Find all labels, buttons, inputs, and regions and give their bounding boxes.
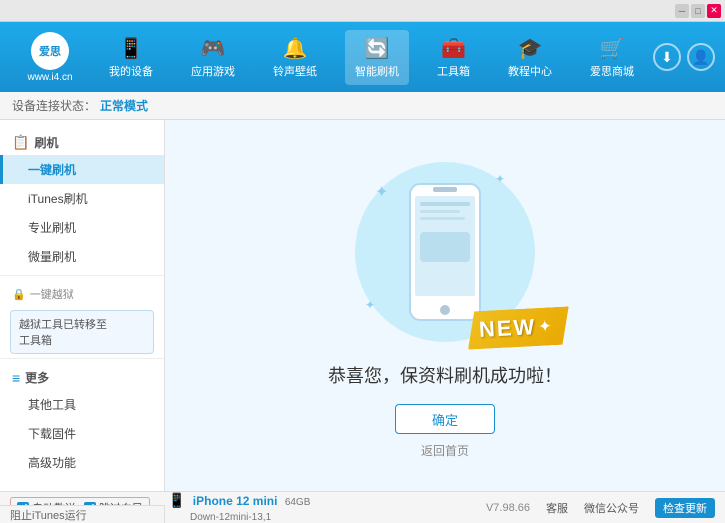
divider-1 <box>0 275 164 276</box>
sparkle-tr: ✦ <box>495 172 505 186</box>
itunes-flash-label: iTunes刷机 <box>28 192 88 206</box>
confirm-button[interactable]: 确定 <box>395 404 495 434</box>
sidebar-group-more: ≡ 更多 <box>0 363 164 390</box>
more-group-title: 更多 <box>25 369 49 386</box>
header: 爱思 www.i4.cn 📱 我的设备 🎮 应用游戏 🔔 铃声壁纸 🔄 智能刷机… <box>0 22 725 92</box>
customer-service-link[interactable]: 客服 <box>546 500 568 516</box>
bottom-right: V7.98.66 客服 微信公众号 检查更新 <box>486 498 715 518</box>
download-button[interactable]: ⬇ <box>653 43 681 71</box>
nav-store-label: 爱思商城 <box>590 63 634 79</box>
min-button[interactable]: ─ <box>675 4 689 18</box>
apps-games-icon: 🎮 <box>201 36 226 61</box>
nav-tutorial-label: 教程中心 <box>508 63 552 79</box>
sidebar-item-itunes-flash[interactable]: iTunes刷机 <box>0 184 164 213</box>
my-device-icon: 📱 <box>119 36 144 61</box>
other-tools-label: 其他工具 <box>28 398 76 412</box>
sparkle-bl: ✦ <box>365 298 375 312</box>
device-name: iPhone 12 mini <box>193 494 278 508</box>
version-label: V7.98.66 <box>486 502 530 514</box>
logo-area: 爱思 www.i4.cn <box>10 32 90 83</box>
smart-flash-icon: 🔄 <box>365 36 390 61</box>
store-icon: 🛒 <box>600 36 625 61</box>
return-home-link[interactable]: 返回首页 <box>421 442 469 459</box>
phone-svg <box>405 182 485 322</box>
wechat-link[interactable]: 微信公众号 <box>584 500 639 516</box>
ringtone-icon: 🔔 <box>283 36 308 61</box>
nav-toolbox-label: 工具箱 <box>437 63 470 79</box>
sidebar-jailbreak-title: 🔒 一键越狱 <box>0 280 164 306</box>
nav-bar: 📱 我的设备 🎮 应用游戏 🔔 铃声壁纸 🔄 智能刷机 🧰 工具箱 🎓 教程中心… <box>90 30 653 85</box>
sidebar-item-advanced[interactable]: 高级功能 <box>0 448 164 477</box>
device-storage: 64GB <box>285 497 311 508</box>
header-right: ⬇ 👤 <box>653 43 715 71</box>
user-button[interactable]: 👤 <box>687 43 715 71</box>
more-group-icon: ≡ <box>12 370 20 386</box>
sparkle-tl: ✦ <box>375 182 388 202</box>
logo-icon: 爱思 <box>31 32 69 70</box>
jailbreak-title: 一键越狱 <box>30 286 74 302</box>
status-value: 正常模式 <box>100 97 148 114</box>
nav-smart-flash-label: 智能刷机 <box>355 63 399 79</box>
tutorial-icon: 🎓 <box>518 36 543 61</box>
nav-store[interactable]: 🛒 爱思商城 <box>580 30 644 85</box>
status-bar: 设备连接状态： 正常模式 <box>0 92 725 120</box>
nav-my-device[interactable]: 📱 我的设备 <box>99 30 163 85</box>
pro-flash-label: 专业刷机 <box>28 221 76 235</box>
new-star-left: ✦ <box>538 316 552 337</box>
main-layout: 📋 刷机 一键刷机 iTunes刷机 专业刷机 微量刷机 🔒 一键越狱 越狱工具… <box>0 120 725 491</box>
new-badge-text: NEW <box>479 314 538 343</box>
sidebar-item-one-click-flash[interactable]: 一键刷机 <box>0 155 164 184</box>
sidebar-item-other-tools[interactable]: 其他工具 <box>0 390 164 419</box>
check-update-button[interactable]: 检查更新 <box>655 498 715 518</box>
sidebar-item-wipe-flash[interactable]: 微量刷机 <box>0 242 164 271</box>
nav-toolbox[interactable]: 🧰 工具箱 <box>427 30 480 85</box>
lock-icon: 🔒 <box>12 288 26 301</box>
logo-url: www.i4.cn <box>27 72 72 83</box>
content-area: ✦ ✦ ✦ NEW ✦ <box>165 120 725 491</box>
toolbox-icon: 🧰 <box>441 36 466 61</box>
success-message: 恭喜您，保资料刷机成功啦！ <box>328 362 562 388</box>
nav-ringtone-wallpaper[interactable]: 🔔 铃声壁纸 <box>263 30 327 85</box>
flash-group-title: 刷机 <box>34 134 58 151</box>
advanced-label: 高级功能 <box>28 456 76 470</box>
sidebar: 📋 刷机 一键刷机 iTunes刷机 专业刷机 微量刷机 🔒 一键越狱 越狱工具… <box>0 120 165 491</box>
download-firmware-label: 下载固件 <box>28 427 76 441</box>
nav-ringtone-label: 铃声壁纸 <box>273 63 317 79</box>
max-button[interactable]: □ <box>691 4 705 18</box>
nav-apps-games-label: 应用游戏 <box>191 63 235 79</box>
nav-my-device-label: 我的设备 <box>109 63 153 79</box>
stop-itunes-button[interactable]: 阻止iTunes运行 <box>10 507 87 523</box>
close-button[interactable]: ✕ <box>707 4 721 18</box>
device-info: 📱 iPhone 12 mini 64GB Down-12mini-13,1 <box>168 492 310 523</box>
title-bar: ─ □ ✕ <box>0 0 725 22</box>
wipe-flash-label: 微量刷机 <box>28 250 76 264</box>
device-icon: 📱 <box>168 492 185 508</box>
notice-text: 越狱工具已转移至工具箱 <box>19 319 107 347</box>
sidebar-item-download-firmware[interactable]: 下载固件 <box>0 419 164 448</box>
divider-2 <box>0 358 164 359</box>
new-badge: NEW ✦ <box>466 306 571 349</box>
success-illustration: ✦ ✦ ✦ NEW ✦ <box>335 152 555 352</box>
stop-itunes-bar: 阻止iTunes运行 <box>0 505 165 523</box>
device-firmware: Down-12mini-13,1 <box>190 509 310 523</box>
one-click-flash-label: 一键刷机 <box>28 163 76 177</box>
sidebar-notice: 越狱工具已转移至工具箱 <box>10 310 154 354</box>
flash-group-icon: 📋 <box>12 134 29 151</box>
sidebar-item-pro-flash[interactable]: 专业刷机 <box>0 213 164 242</box>
nav-apps-games[interactable]: 🎮 应用游戏 <box>181 30 245 85</box>
status-label: 设备连接状态： <box>12 97 96 114</box>
nav-smart-flash[interactable]: 🔄 智能刷机 <box>345 30 409 85</box>
sidebar-group-flash: 📋 刷机 <box>0 128 164 155</box>
nav-tutorial[interactable]: 🎓 教程中心 <box>498 30 562 85</box>
